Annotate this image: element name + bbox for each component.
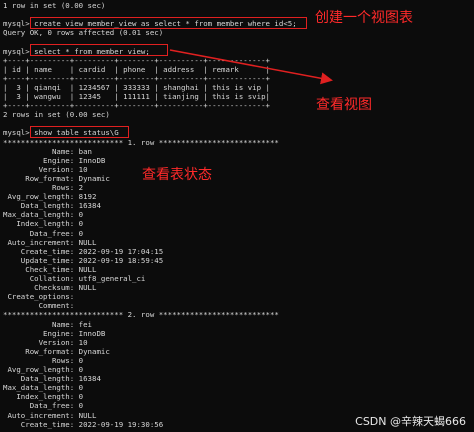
watermark: CSDN @辛辣天蝎666	[355, 415, 466, 428]
annotation-arrow	[169, 49, 333, 85]
terminal-window[interactable]: 1 row in set (0.00 sec) mysql> create vie…	[0, 0, 474, 432]
